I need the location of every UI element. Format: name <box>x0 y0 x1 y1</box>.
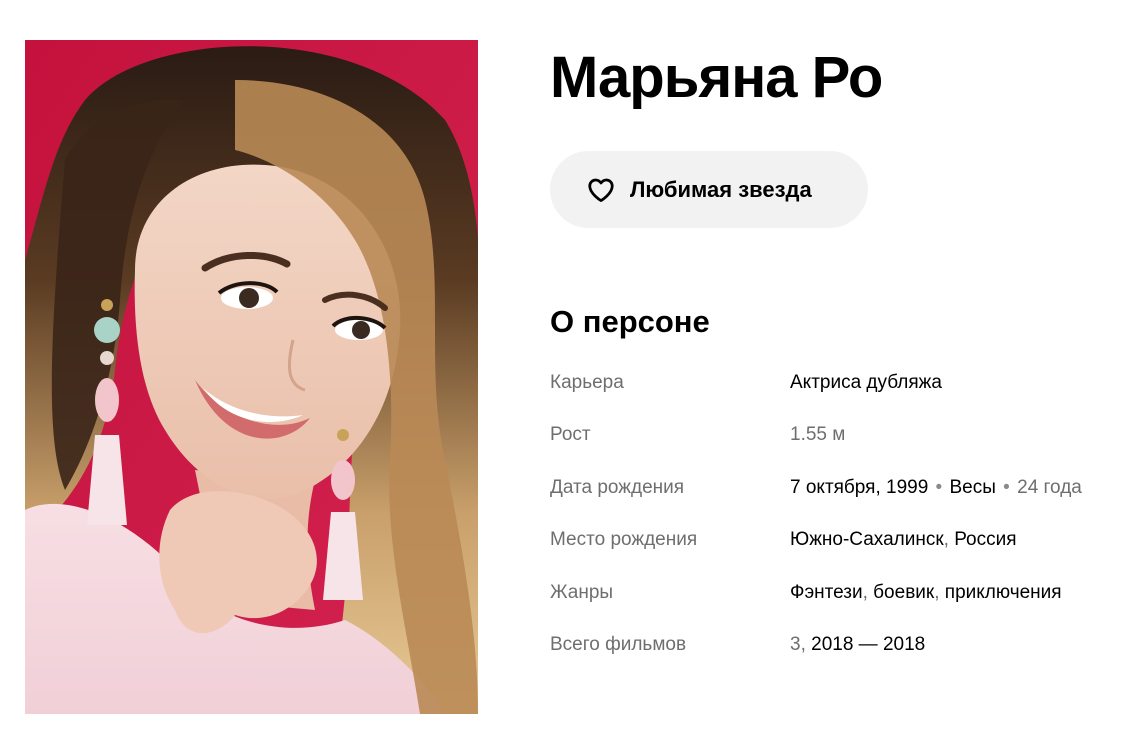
birth-city-link[interactable]: Южно-Сахалинск <box>790 529 944 550</box>
info-row-genres: Жанры Фэнтези, боевик, приключения <box>550 578 1110 608</box>
info-row-career: Карьера Актриса дубляжа <box>550 368 1110 398</box>
bullet-separator: • <box>997 477 1016 498</box>
genre-link[interactable]: боевик <box>873 582 934 603</box>
birth-place-label: Место рождения <box>550 529 698 550</box>
birth-country-link[interactable]: Россия <box>954 529 1016 550</box>
info-row-height: Рост 1.55 м <box>550 420 1110 450</box>
films-years-link[interactable]: 2018 — 2018 <box>811 634 925 655</box>
birth-date-label: Дата рождения <box>550 477 685 498</box>
age-value: 24 года <box>1017 477 1082 498</box>
favorite-star-button[interactable]: Любимая звезда <box>550 151 868 228</box>
films-count: 3 <box>790 634 801 655</box>
about-section-title: О персоне <box>550 304 710 339</box>
career-value-link[interactable]: Актриса дубляжа <box>790 372 942 393</box>
info-row-birth-place: Место рождения Южно-Сахалинск, Россия <box>550 525 1110 555</box>
favorite-star-label: Любимая звезда <box>630 176 812 202</box>
zodiac-link[interactable]: Весы <box>950 477 996 498</box>
career-label: Карьера <box>550 372 624 393</box>
person-photo <box>25 40 478 714</box>
genres-label: Жанры <box>550 582 614 603</box>
genre-link[interactable]: приключения <box>945 582 1062 603</box>
info-row-total-films: Всего фильмов 3, 2018 — 2018 <box>550 630 1110 660</box>
info-row-birth-date: Дата рождения 7 октября, 1999 • Весы • 2… <box>550 473 1110 503</box>
heart-outline-icon <box>586 175 616 205</box>
person-name: Марьяна Ро <box>550 45 883 110</box>
genre-link[interactable]: Фэнтези <box>790 582 863 603</box>
height-value: 1.55 м <box>790 424 846 445</box>
height-label: Рост <box>550 424 591 445</box>
total-films-label: Всего фильмов <box>550 634 687 655</box>
birth-date-link[interactable]: 7 октября, 1999 <box>790 477 928 498</box>
bullet-separator: • <box>930 477 948 498</box>
